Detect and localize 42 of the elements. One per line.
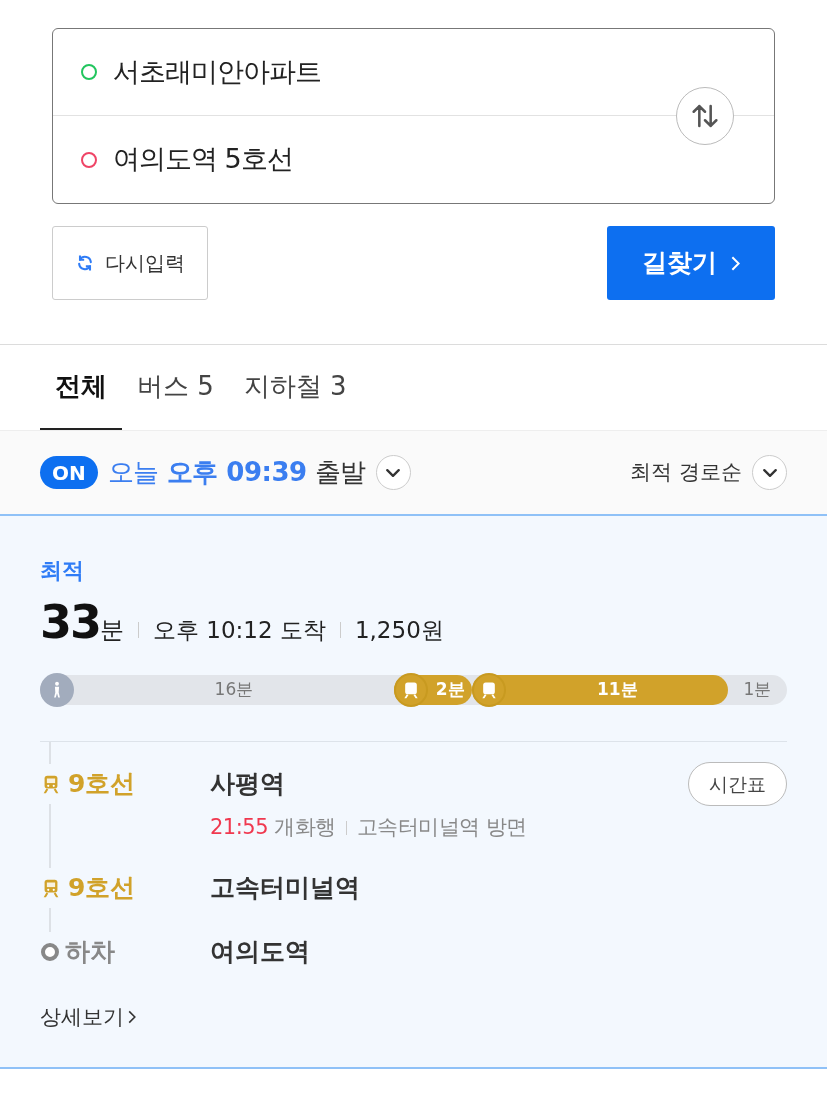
- alight-marker-icon: [41, 942, 59, 961]
- refresh-icon: [75, 253, 95, 273]
- segment-duration: 16분: [213, 678, 255, 702]
- chevron-down-icon: [386, 468, 401, 477]
- route-card[interactable]: 최적 33분 오후 10:12 도착 1,250원 16분 2분 11분 1분 9호선 사평역 21:55 개화행 고속터미널역 방면 시간표 9호선 고속터미널역 하차 여의도역 상세보기: [0, 516, 827, 1069]
- search-button[interactable]: 길찾기: [607, 226, 775, 300]
- reset-button[interactable]: 다시입력: [52, 226, 208, 300]
- direction-label: 고속터미널역 방면: [356, 814, 527, 841]
- location-field[interactable]: 서초래미안아파트: [113, 51, 321, 93]
- origin-marker-icon: [81, 64, 97, 80]
- duration-unit: 분: [100, 615, 124, 646]
- dropdown-button[interactable]: [752, 455, 787, 490]
- fare: 1,250원: [354, 616, 444, 645]
- toggle-switch[interactable]: ON: [40, 456, 98, 489]
- details-link[interactable]: 상세보기: [40, 1001, 136, 1033]
- destination-marker-icon: [81, 151, 97, 168]
- best-route-label: 최적: [40, 557, 85, 585]
- dropdown-button[interactable]: [375, 455, 411, 490]
- duration: 33: [40, 594, 100, 651]
- arrival-time: 오후 10:12 도착: [153, 616, 326, 645]
- segment-duration: 11분: [595, 678, 639, 702]
- segment-duration: 1분: [742, 678, 773, 702]
- tab[interactable]: 버스 5: [122, 345, 229, 430]
- departure-time: 21:55: [210, 814, 269, 841]
- station-name: 고속터미널역: [210, 871, 361, 904]
- tab[interactable]: 지하철 3: [228, 345, 362, 430]
- line-label: 9호선: [68, 768, 136, 801]
- chevron-right-icon: [128, 1010, 136, 1025]
- departure-day: 오늘: [107, 453, 159, 492]
- sort-label[interactable]: 최적 경로순: [630, 456, 742, 489]
- departure-time: 오후 09:39: [166, 456, 307, 489]
- train-destination: 개화행: [274, 814, 336, 841]
- location-field[interactable]: 여의도역 5호선: [113, 139, 293, 180]
- line-label: 하차: [65, 935, 115, 968]
- timetable-button[interactable]: 시간표: [688, 762, 787, 806]
- chevron-down-icon: [762, 468, 777, 477]
- departure-label: 출발: [314, 456, 366, 489]
- line-label: 9호선: [68, 871, 136, 904]
- station-name: 사평역: [210, 768, 286, 800]
- station-name: 여의도역: [210, 935, 311, 968]
- segment-duration: 2분: [434, 678, 466, 702]
- chevron-right-icon: [731, 254, 740, 272]
